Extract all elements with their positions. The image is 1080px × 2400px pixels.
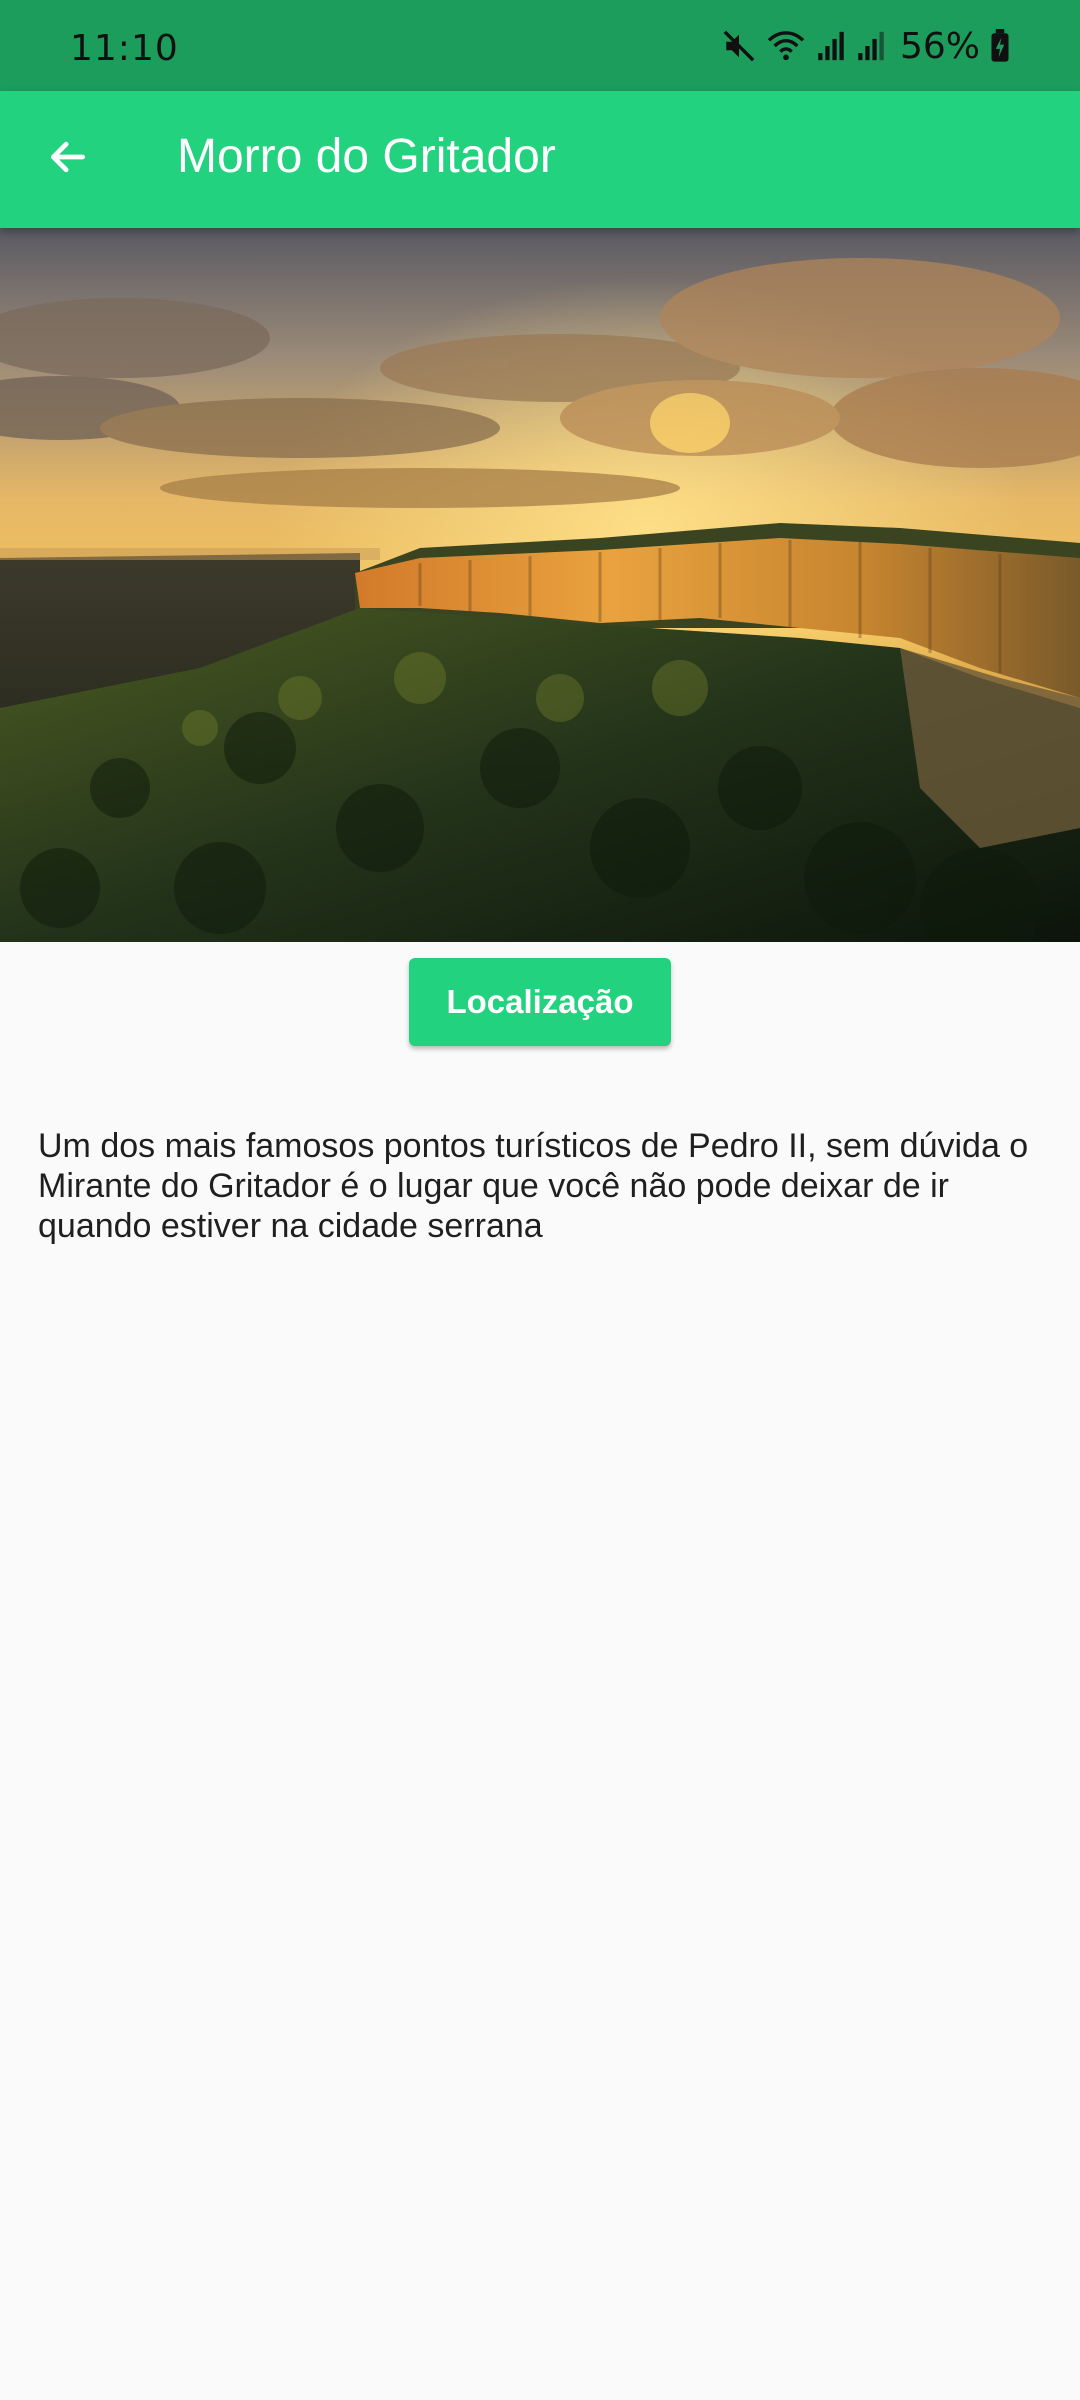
screen: 11:10 56% Morro do Gritador Localização … [0,0,1080,2400]
hero-image [0,228,1080,942]
status-icons: 56% [722,24,1010,68]
signal-icon [816,29,846,63]
place-description: Um dos mais famosos pontos turísticos de… [38,1127,1029,1245]
arrow-back-icon [46,135,90,184]
mute-icon [722,29,756,63]
status-time: 11:10 [70,28,179,69]
battery-charging-icon [990,29,1010,63]
location-button[interactable]: Localização [409,958,671,1046]
signal-icon [856,29,886,63]
app-bar: Morro do Gritador [0,91,1080,228]
back-button[interactable] [30,121,106,197]
battery-percent: 56% [899,25,980,67]
status-bar: 11:10 56% [0,0,1080,91]
page-title: Morro do Gritador [177,130,556,183]
wifi-icon [766,29,806,63]
